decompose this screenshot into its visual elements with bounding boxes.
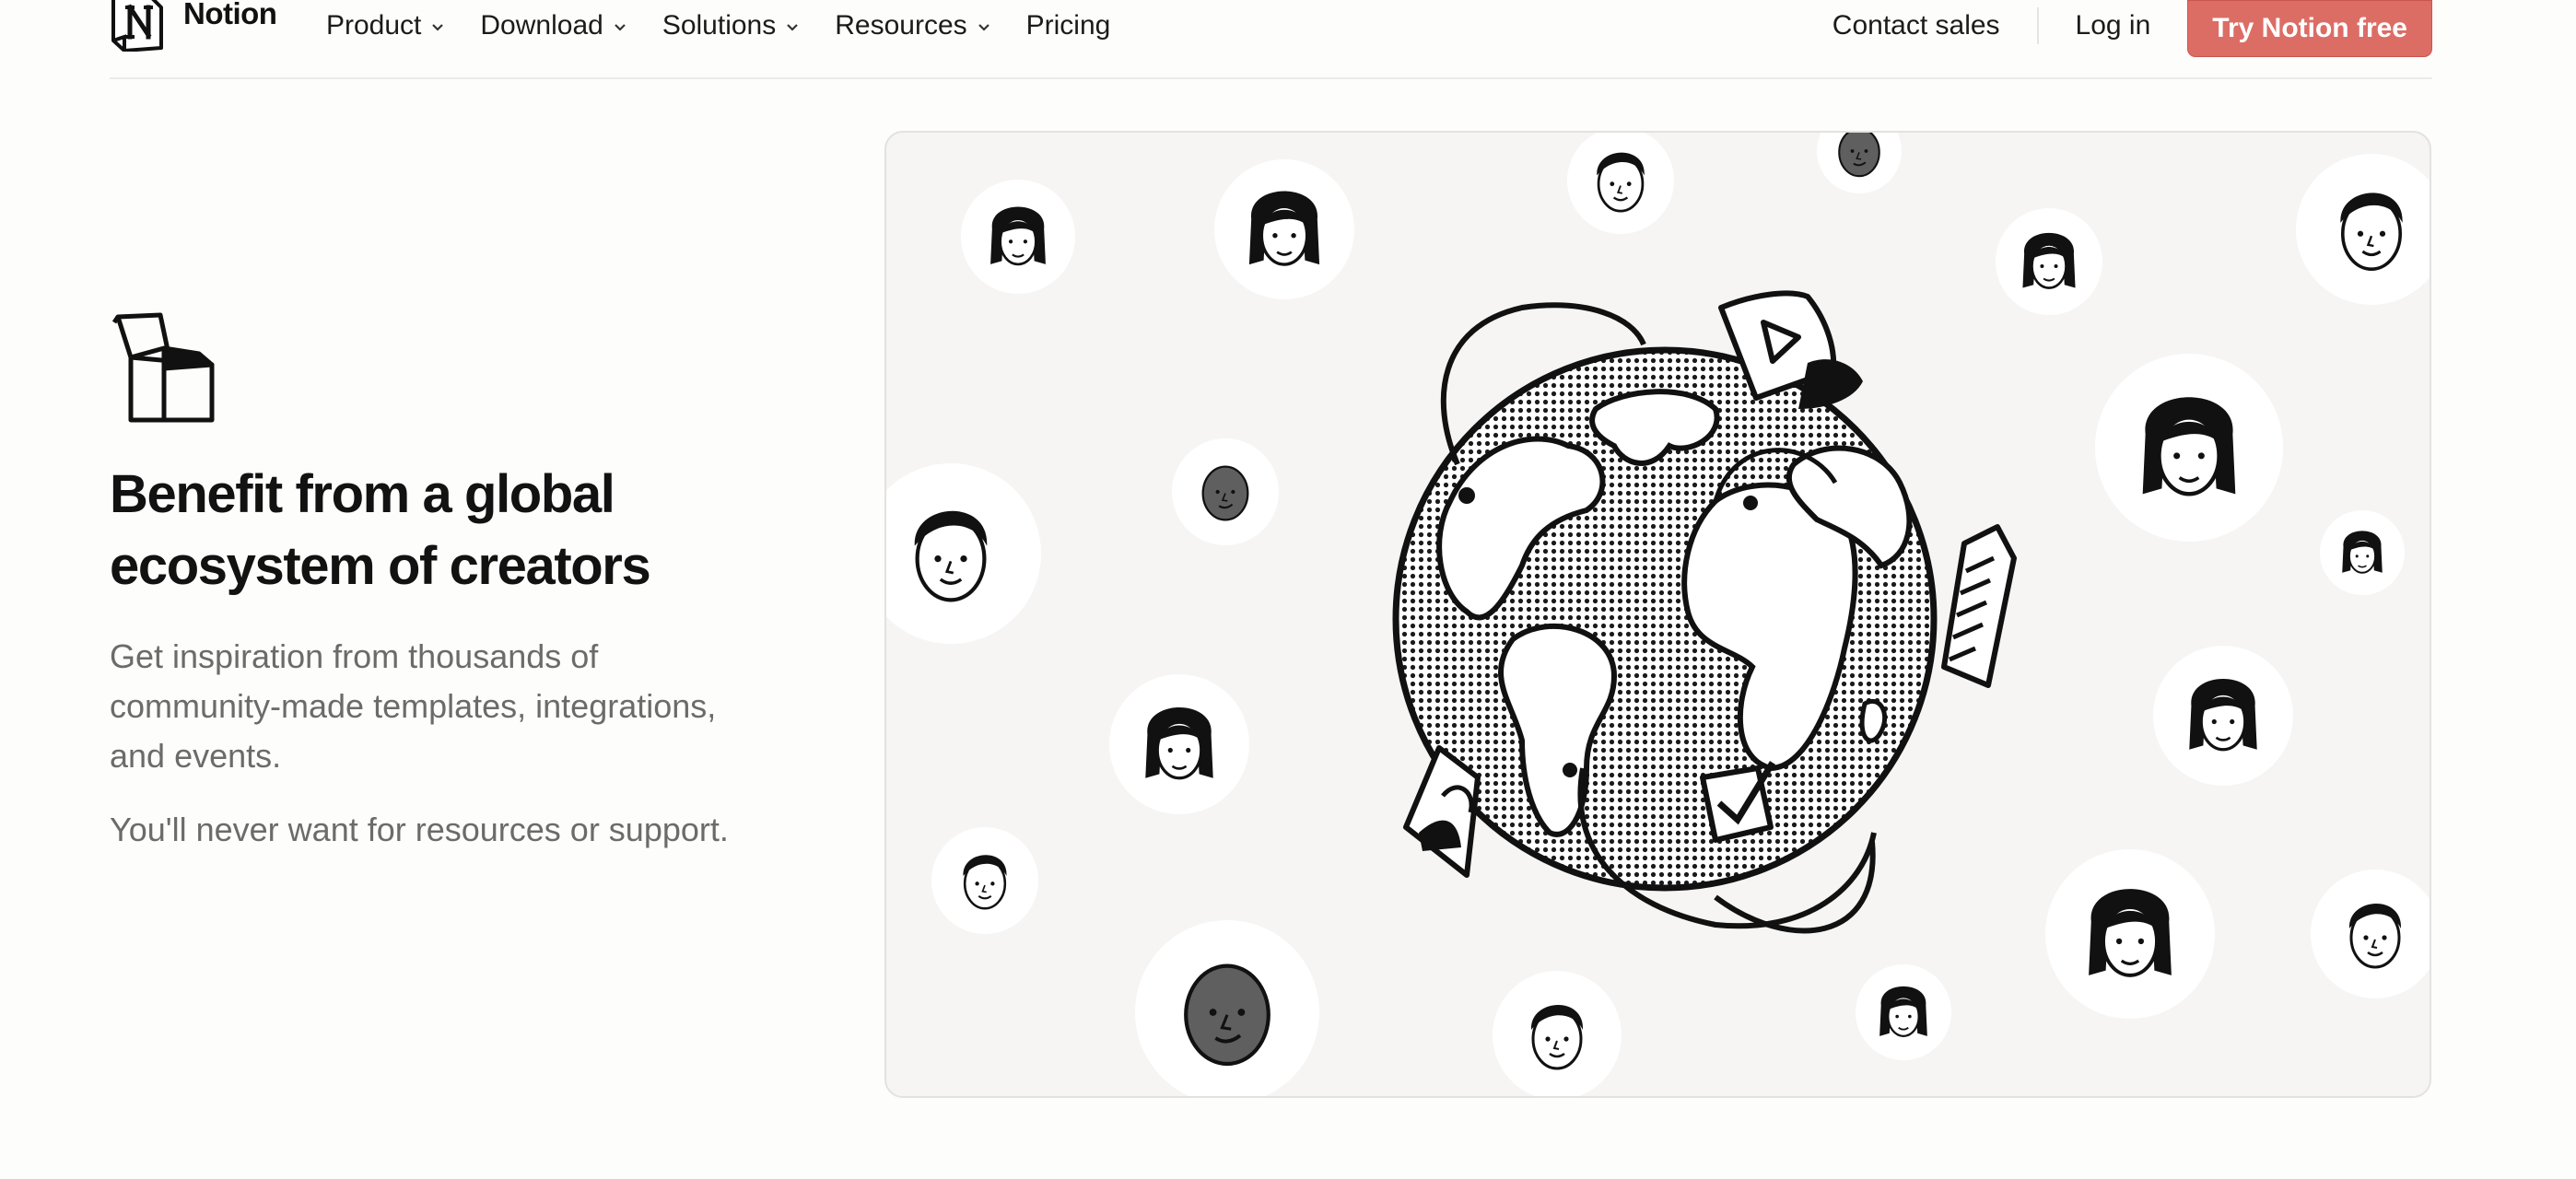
log-in-link[interactable]: Log in bbox=[2076, 0, 2151, 52]
hero-support-text: You'll never want for resources or suppo… bbox=[110, 811, 729, 848]
nav-item-label: Solutions bbox=[662, 10, 777, 41]
document-icon bbox=[1941, 524, 2017, 688]
nav-item-label: Product bbox=[326, 10, 422, 41]
open-box-icon bbox=[111, 312, 215, 423]
hero-headline: Benefit from a global ecosystem of creat… bbox=[110, 459, 847, 602]
nav-item-solutions[interactable]: Solutions bbox=[662, 0, 800, 52]
chevron-down-icon bbox=[787, 24, 799, 31]
calendar-card-icon bbox=[1403, 745, 1481, 878]
nav-item-resources[interactable]: Resources bbox=[835, 0, 990, 52]
globe-with-community-faces-illustration bbox=[884, 131, 2431, 1098]
chevron-down-icon bbox=[432, 24, 444, 31]
globe-graphic bbox=[1392, 302, 1938, 934]
try-notion-free-button[interactable]: Try Notion free bbox=[2187, 0, 2432, 57]
description-line-2: community-made templates, integrations, bbox=[110, 687, 717, 725]
brand-name: Notion bbox=[183, 0, 277, 30]
notion-logo-link[interactable]: Notion bbox=[110, 0, 277, 52]
nav-item-download[interactable]: Download bbox=[480, 0, 626, 52]
nav-divider-line bbox=[110, 77, 2432, 79]
top-navigation: Notion Product Download Solutions Resour… bbox=[0, 0, 2576, 79]
hero-description: Get inspiration from thousands of commun… bbox=[110, 632, 810, 781]
headline-line-1: Benefit from a global bbox=[110, 464, 615, 524]
illustration-canvas bbox=[886, 133, 2430, 1096]
checkbox-icon bbox=[1700, 761, 1775, 843]
chevron-down-icon bbox=[978, 24, 989, 31]
headline-line-2: ecosystem of creators bbox=[110, 536, 651, 596]
nav-item-product[interactable]: Product bbox=[326, 0, 445, 52]
nav-item-label: Resources bbox=[835, 10, 967, 41]
contact-sales-link[interactable]: Contact sales bbox=[1832, 0, 2000, 52]
description-line-3: and events. bbox=[110, 737, 282, 775]
nav-divider bbox=[2036, 7, 2039, 44]
notion-logo-icon bbox=[111, 0, 163, 52]
chevron-down-icon bbox=[615, 24, 626, 31]
nav-item-label: Pricing bbox=[1025, 10, 1111, 41]
nav-item-pricing[interactable]: Pricing bbox=[1026, 0, 1111, 52]
description-line-1: Get inspiration from thousands of bbox=[110, 637, 599, 675]
primary-nav: Product Download Solutions Resources Pri… bbox=[326, 0, 1145, 52]
nav-item-label: Download bbox=[480, 10, 603, 41]
nav-actions: Contact sales Log in Try Notion free bbox=[1832, 0, 2432, 57]
